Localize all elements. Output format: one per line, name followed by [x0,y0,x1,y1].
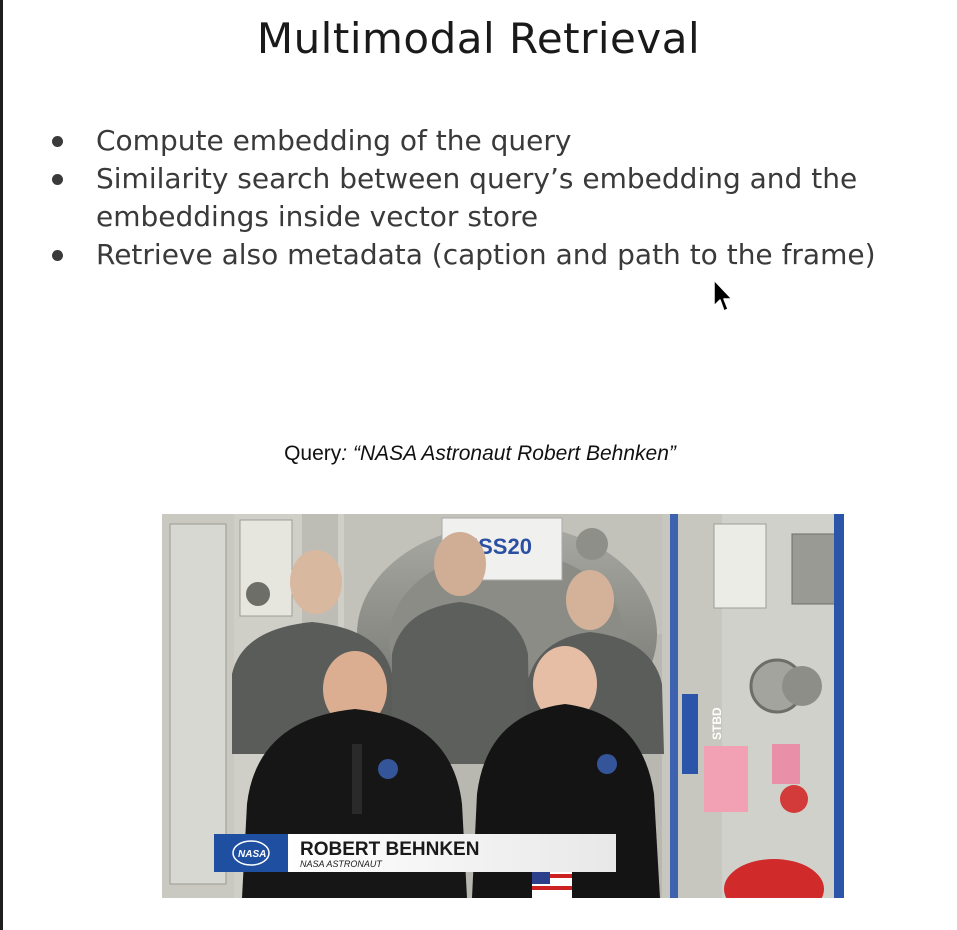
bullet-text: Compute embedding of the query [96,124,572,157]
bullet-list: Compute embedding of the query Similarit… [48,122,928,274]
query-text: : “NASA Astronaut Robert Behnken” [341,442,676,465]
bullet-text: Similarity search between query’s embedd… [96,162,858,233]
query-prefix: Query [284,442,342,465]
bullet-dot [52,136,63,147]
bullet-item: Retrieve also metadata (caption and path… [48,236,928,274]
query-caption: Query: “NASA Astronaut Robert Behnken” [250,440,710,468]
lower-third-name: ROBERT BEHNKEN [300,839,479,860]
bullet-dot [52,250,63,261]
mouse-pointer-icon [713,279,733,312]
stbd-label: STBD [710,707,724,740]
iss-crew-scene: ISS20 STBD NASA ROBERT BEHNKEN NASA ASTR… [162,514,844,898]
bullet-item: Similarity search between query’s embedd… [48,160,928,236]
bullet-item: Compute embedding of the query [48,122,928,160]
bullet-text: Retrieve also metadata (caption and path… [96,238,876,271]
slide-title: Multimodal Retrieval [256,14,701,63]
nasa-logo-text: NASA [238,849,266,860]
video-frame-image: ISS20 STBD NASA ROBERT BEHNKEN NASA ASTR… [162,514,844,898]
lower-third-title: NASA ASTRONAUT [300,859,383,869]
bullet-dot [52,174,63,185]
left-border [0,0,3,930]
